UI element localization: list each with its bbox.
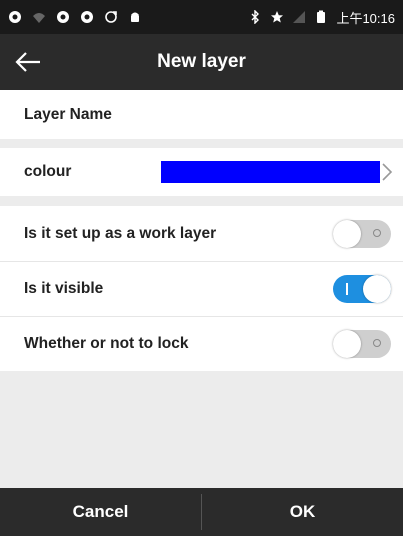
- toggle-off-mark: [373, 229, 381, 237]
- sync-icon: [105, 11, 117, 23]
- visible-row: Is it visible: [0, 262, 403, 316]
- wifi-icon: [33, 13, 45, 23]
- status-right-icons: 上午10:16: [248, 8, 395, 27]
- status-time: 上午10:16: [336, 10, 395, 26]
- ok-button[interactable]: OK: [202, 488, 403, 536]
- chevron-right-icon[interactable]: [381, 162, 393, 182]
- toggle-off-mark: [373, 339, 381, 347]
- colour-swatch[interactable]: [161, 161, 380, 183]
- visible-label: Is it visible: [24, 280, 104, 297]
- signal-icon: [293, 11, 306, 23]
- lock-row: Whether or not to lock: [0, 317, 403, 371]
- status-bar: 上午10:16: [0, 0, 403, 34]
- colour-row[interactable]: colour: [0, 148, 403, 196]
- status-left-icons: [8, 10, 142, 24]
- layer-name-label: Layer Name: [24, 105, 112, 123]
- app-icon: [57, 11, 69, 23]
- toggle-knob: [333, 220, 361, 248]
- toggle-knob: [363, 275, 391, 303]
- work-layer-row: Is it set up as a work layer: [0, 206, 403, 261]
- star-icon: [271, 11, 284, 23]
- battery-icon: [317, 10, 326, 23]
- app-icon: [9, 11, 21, 23]
- android-icon: [131, 12, 139, 22]
- toggle-knob: [333, 330, 361, 358]
- layer-name-field[interactable]: Layer Name: [0, 90, 403, 139]
- lock-toggle[interactable]: [333, 330, 391, 358]
- app-bar: New layer: [0, 34, 403, 90]
- bluetooth-icon: [251, 10, 260, 24]
- work-layer-toggle[interactable]: [333, 220, 391, 248]
- work-layer-label: Is it set up as a work layer: [24, 224, 217, 242]
- toggle-on-mark: [346, 283, 348, 295]
- app-icon: [81, 11, 93, 23]
- bottom-action-bar: Cancel OK: [0, 488, 403, 536]
- visible-toggle[interactable]: [333, 275, 391, 303]
- page-title: New layer: [157, 51, 246, 72]
- cancel-button[interactable]: Cancel: [0, 488, 201, 536]
- colour-label: colour: [24, 163, 72, 180]
- lock-label: Whether or not to lock: [24, 335, 189, 352]
